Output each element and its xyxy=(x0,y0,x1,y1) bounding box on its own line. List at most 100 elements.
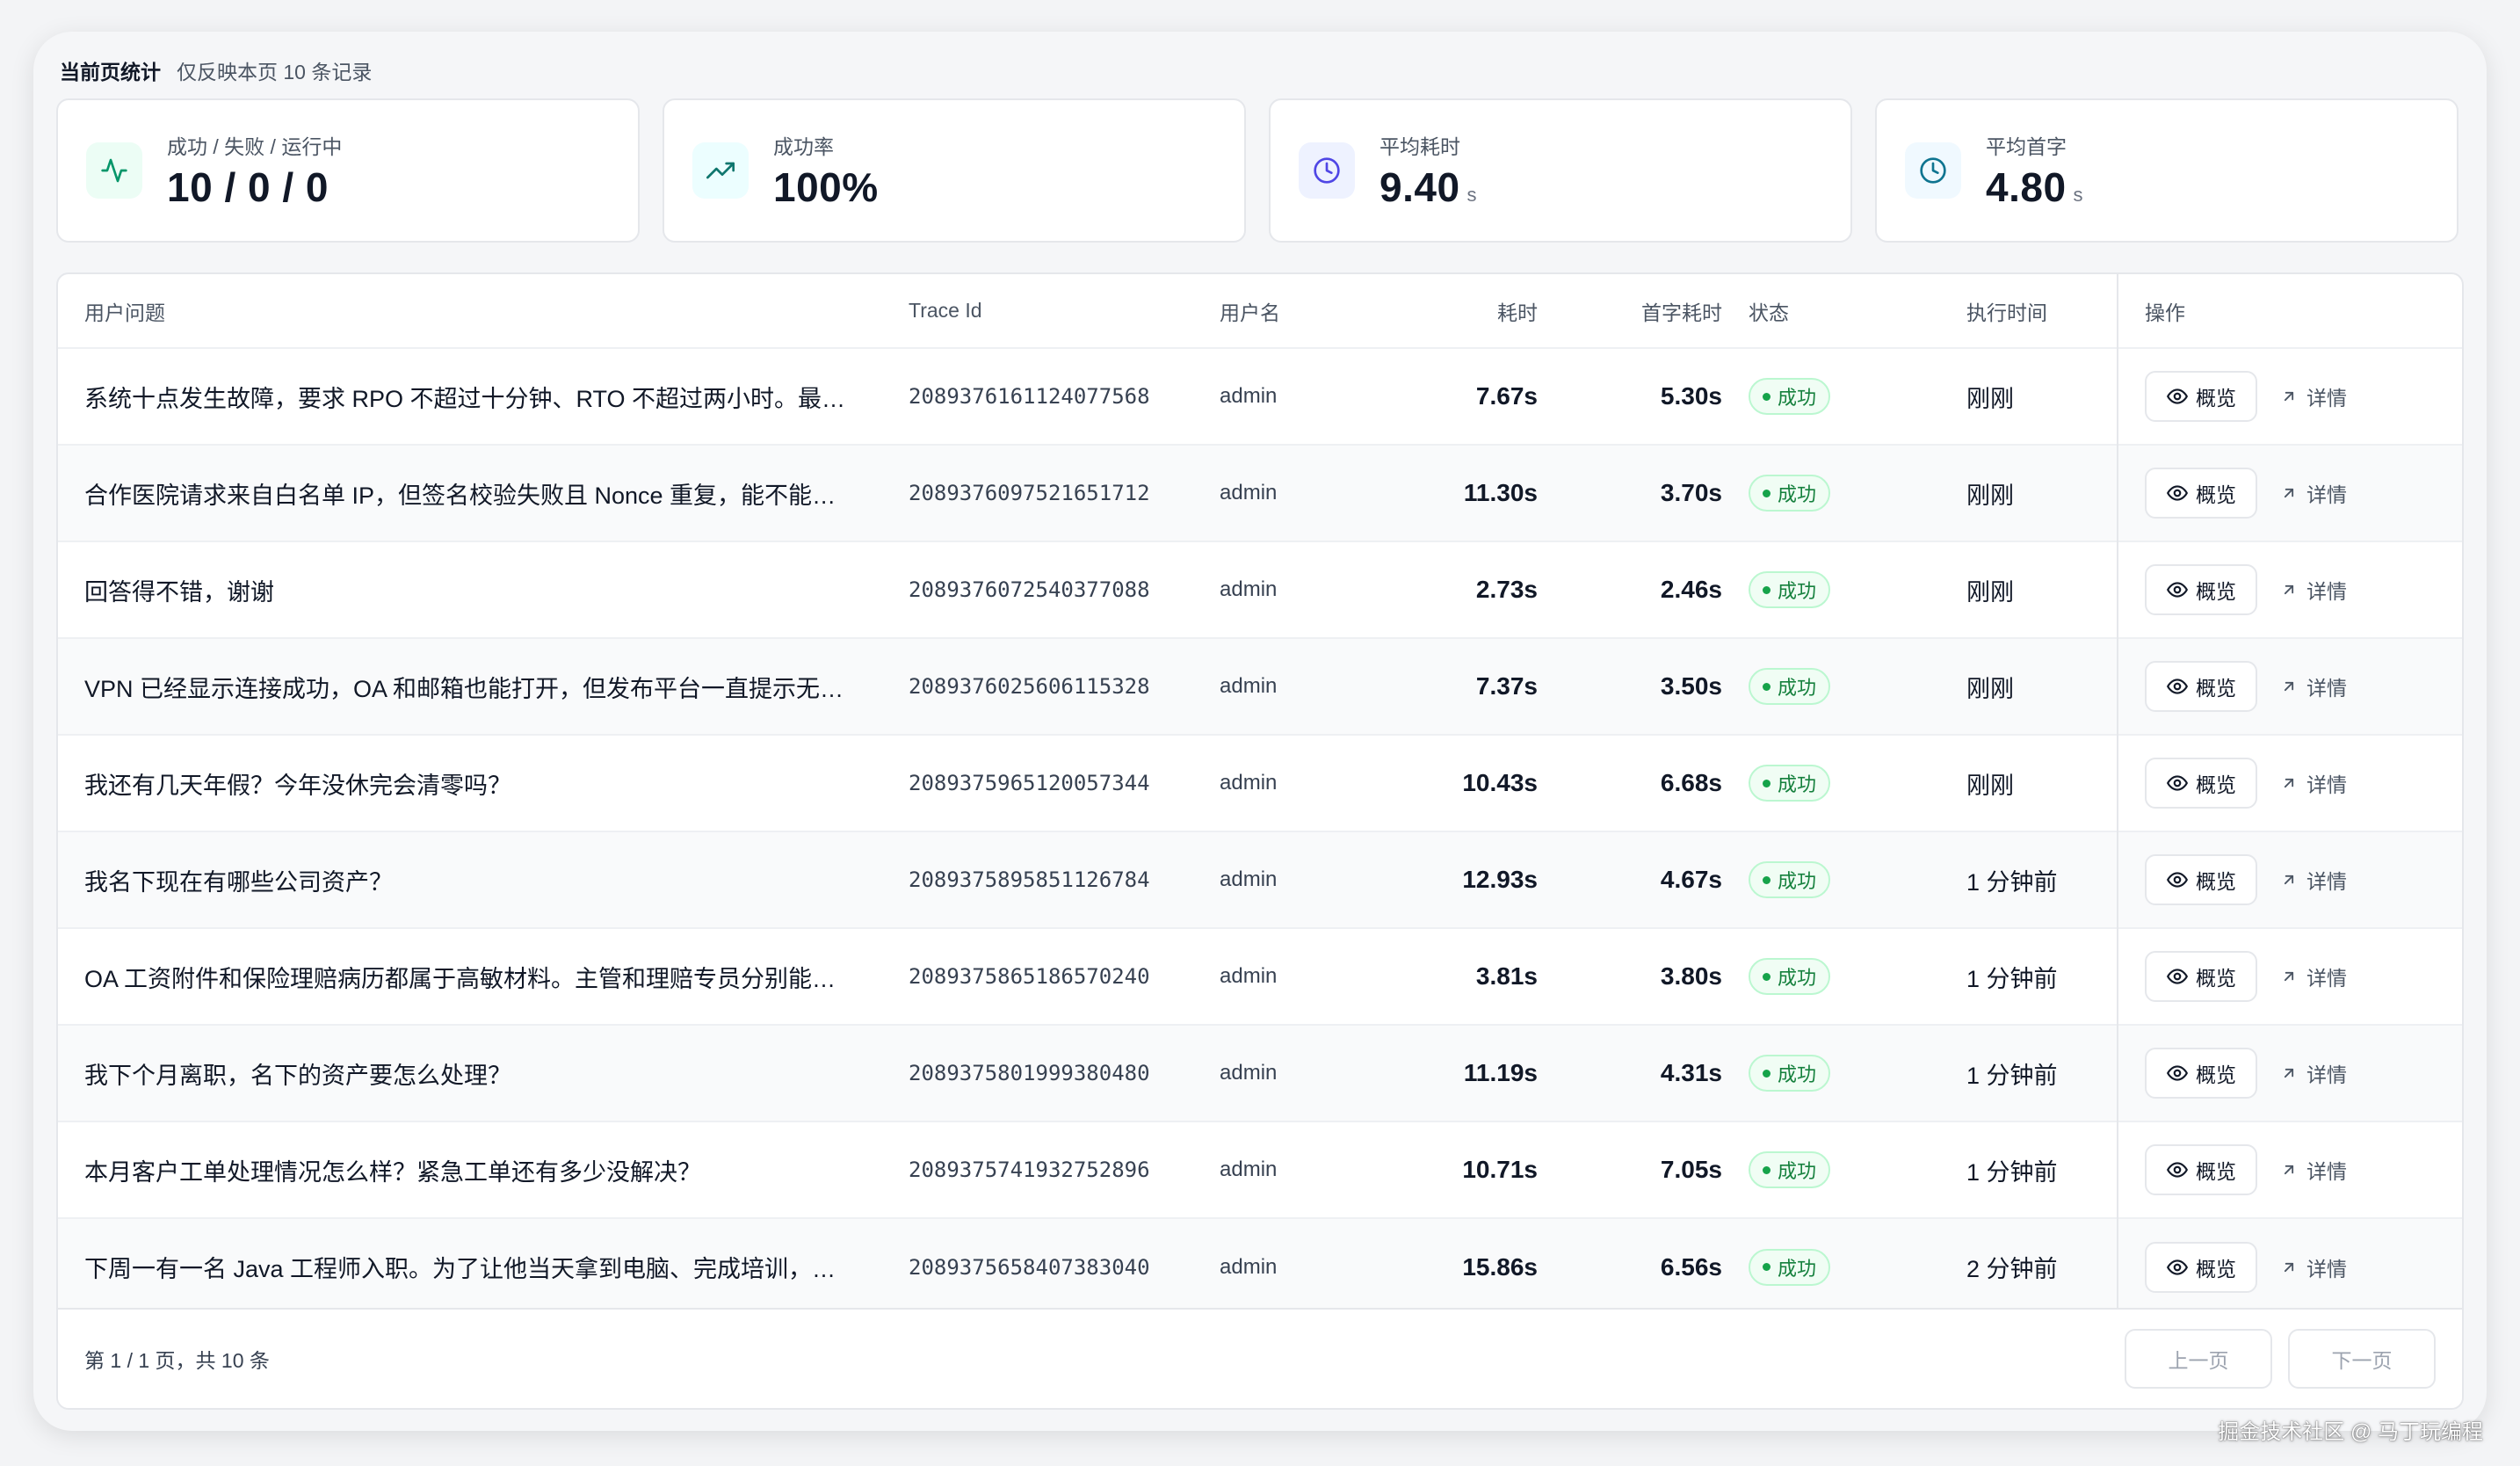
clock-icon xyxy=(1299,142,1355,199)
cell-first-token: 3.50s xyxy=(1660,672,1722,700)
table-row: OA 工资附件和保险理赔病历都属于高敏材料。主管和理赔专员分别能否查看 20893… xyxy=(58,928,2462,1025)
cell-question: 回答得不错，谢谢 xyxy=(84,578,274,606)
cell-question: 下周一有一名 Java 工程师入职。为了让他当天拿到电脑、完成培训，需要提前做什… xyxy=(84,1256,882,1282)
cell-question: 我下个月离职，名下的资产要怎么处理？ xyxy=(84,1062,511,1089)
cell-username: admin xyxy=(1220,1158,1278,1181)
cell-status: 成功 xyxy=(1722,735,1940,831)
trace-table: 用户问题 Trace Id 用户名 耗时 首字耗时 状态 执行时间 操作 系统十… xyxy=(58,274,2462,1315)
cell-ops: 概览 详情 xyxy=(2117,348,2462,445)
stat-label: 平均首字 xyxy=(1986,135,2067,158)
cell-username: admin xyxy=(1220,1254,1278,1279)
stat-value: 100% xyxy=(773,164,879,210)
overview-button[interactable]: 概览 xyxy=(2145,468,2257,519)
cell-first-token: 3.80s xyxy=(1660,962,1722,990)
detail-link[interactable]: 详情 xyxy=(2280,671,2347,701)
status-dot-icon xyxy=(1763,875,1771,884)
table-row: 下周一有一名 Java 工程师入职。为了让他当天拿到电脑、完成培训，需要提前做什… xyxy=(58,1218,2462,1315)
overview-button[interactable]: 概览 xyxy=(2145,661,2257,712)
next-page-button[interactable]: 下一页 xyxy=(2288,1329,2436,1389)
cell-duration: 3.81s xyxy=(1475,962,1538,990)
cell-trace-id: 2089375895851126784 xyxy=(909,867,1150,892)
status-dot-icon xyxy=(1763,682,1771,691)
status-dot-icon xyxy=(1763,972,1771,981)
detail-link[interactable]: 详情 xyxy=(2280,575,2347,605)
detail-link[interactable]: 详情 xyxy=(2280,478,2347,508)
status-badge: 成功 xyxy=(1749,668,1831,705)
detail-link[interactable]: 详情 xyxy=(2280,962,2347,991)
cell-exec-time: 刚刚 xyxy=(1966,772,2014,799)
stat-card-success-rate: 成功率 100% xyxy=(663,98,1246,243)
overview-button[interactable]: 概览 xyxy=(2145,1048,2257,1099)
eye-icon xyxy=(2167,872,2188,888)
overview-button[interactable]: 概览 xyxy=(2145,854,2257,905)
cell-exec-time: 刚刚 xyxy=(1966,578,2014,606)
overview-button[interactable]: 概览 xyxy=(2145,1144,2257,1195)
cell-duration: 10.71s xyxy=(1462,1156,1538,1183)
cell-duration: 12.93s xyxy=(1462,866,1538,893)
cell-trace-id: 2089376161124077568 xyxy=(909,384,1150,409)
overview-button[interactable]: 概览 xyxy=(2145,371,2257,422)
cell-question: OA 工资附件和保险理赔病历都属于高敏材料。主管和理赔专员分别能否查看 xyxy=(84,965,882,992)
table-footer: 第 1 / 1 页，共 10 条 上一页 下一页 xyxy=(58,1308,2462,1408)
cell-username: admin xyxy=(1220,771,1278,795)
stats-header: 当前页统计 仅反映本页 10 条记录 xyxy=(60,53,372,88)
cell-duration: 15.86s xyxy=(1462,1252,1538,1281)
cell-exec-time: 刚刚 xyxy=(1966,675,2014,702)
cell-duration: 7.37s xyxy=(1475,672,1538,700)
eye-icon xyxy=(2167,775,2188,791)
cell-trace-id: 2089375658407383040 xyxy=(909,1254,1150,1280)
detail-link[interactable]: 详情 xyxy=(2280,381,2347,411)
table-row: 我还有几天年假？今年没休完会清零吗？ 2089375965120057344 adm… xyxy=(58,735,2462,831)
detail-link[interactable]: 详情 xyxy=(2280,768,2347,798)
col-header-exec-time: 执行时间 xyxy=(1966,301,2047,324)
eye-icon xyxy=(2167,485,2188,501)
cell-trace-id: 2089375865186570240 xyxy=(909,964,1150,989)
cell-question: 合作医院请求来自白名单 IP，但签名校验失败且 Nonce 重复，能不能放行 xyxy=(84,482,860,509)
cell-status: 成功 xyxy=(1722,1121,1940,1218)
cell-trace-id: 2089376097521651712 xyxy=(909,481,1150,505)
status-dot-icon xyxy=(1763,392,1771,401)
arrow-up-right-icon xyxy=(2284,875,2294,885)
detail-link[interactable]: 详情 xyxy=(2280,1155,2347,1185)
cell-first-token: 7.05s xyxy=(1660,1156,1722,1183)
cell-exec-time: 1 分钟前 xyxy=(1966,1158,2058,1186)
detail-link[interactable]: 详情 xyxy=(2280,1058,2347,1088)
cell-ops: 概览 详情 xyxy=(2117,831,2462,928)
trending-up-icon xyxy=(692,142,749,199)
cell-ops: 概览 详情 xyxy=(2117,541,2462,638)
status-badge: 成功 xyxy=(1749,861,1831,898)
arrow-up-right-icon xyxy=(2284,488,2294,498)
overview-button[interactable]: 概览 xyxy=(2145,1241,2257,1293)
status-badge: 成功 xyxy=(1749,1151,1831,1188)
status-badge: 成功 xyxy=(1749,475,1831,512)
eye-icon xyxy=(2167,582,2188,598)
detail-link[interactable]: 详情 xyxy=(2280,865,2347,895)
eye-icon xyxy=(2167,679,2188,694)
arrow-up-right-icon xyxy=(2284,584,2294,595)
cell-duration: 11.30s xyxy=(1463,479,1538,506)
table-row: 我下个月离职，名下的资产要怎么处理？ 2089375801999380480 adm… xyxy=(58,1025,2462,1121)
overview-button[interactable]: 概览 xyxy=(2145,758,2257,809)
stat-label: 成功 / 失败 / 运行中 xyxy=(167,135,343,158)
prev-page-button[interactable]: 上一页 xyxy=(2125,1329,2272,1389)
table-row: VPN 已经显示连接成功，OA 和邮箱也能打开，但发布平台一直提示无权限访问 20… xyxy=(58,638,2462,735)
overview-button[interactable]: 概览 xyxy=(2145,564,2257,615)
eye-icon xyxy=(2167,1162,2188,1178)
eye-icon xyxy=(2167,1065,2188,1081)
table-header-row: 用户问题 Trace Id 用户名 耗时 首字耗时 状态 执行时间 操作 xyxy=(58,274,2462,348)
arrow-up-right-icon xyxy=(2284,1068,2294,1078)
cell-trace-id: 2089376072540377088 xyxy=(909,577,1150,602)
cell-first-token: 4.67s xyxy=(1660,866,1722,893)
cell-first-token: 6.56s xyxy=(1660,1252,1722,1281)
status-dot-icon xyxy=(1763,1263,1771,1271)
cell-ops: 概览 详情 xyxy=(2117,1025,2462,1121)
table-row: 系统十点发生故障，要求 RPO 不超过十分钟、RTO 不超过两小时。最终应当如何… xyxy=(58,348,2462,445)
detail-link[interactable]: 详情 xyxy=(2280,1252,2347,1282)
activity-icon xyxy=(86,142,142,199)
overview-button[interactable]: 概览 xyxy=(2145,951,2257,1002)
status-badge: 成功 xyxy=(1749,571,1831,608)
cell-trace-id: 2089375965120057344 xyxy=(909,771,1150,795)
pagination-info: 第 1 / 1 页，共 10 条 xyxy=(84,1349,270,1372)
pagination: 上一页 下一页 xyxy=(2125,1329,2436,1389)
arrow-up-right-icon xyxy=(2284,391,2294,402)
